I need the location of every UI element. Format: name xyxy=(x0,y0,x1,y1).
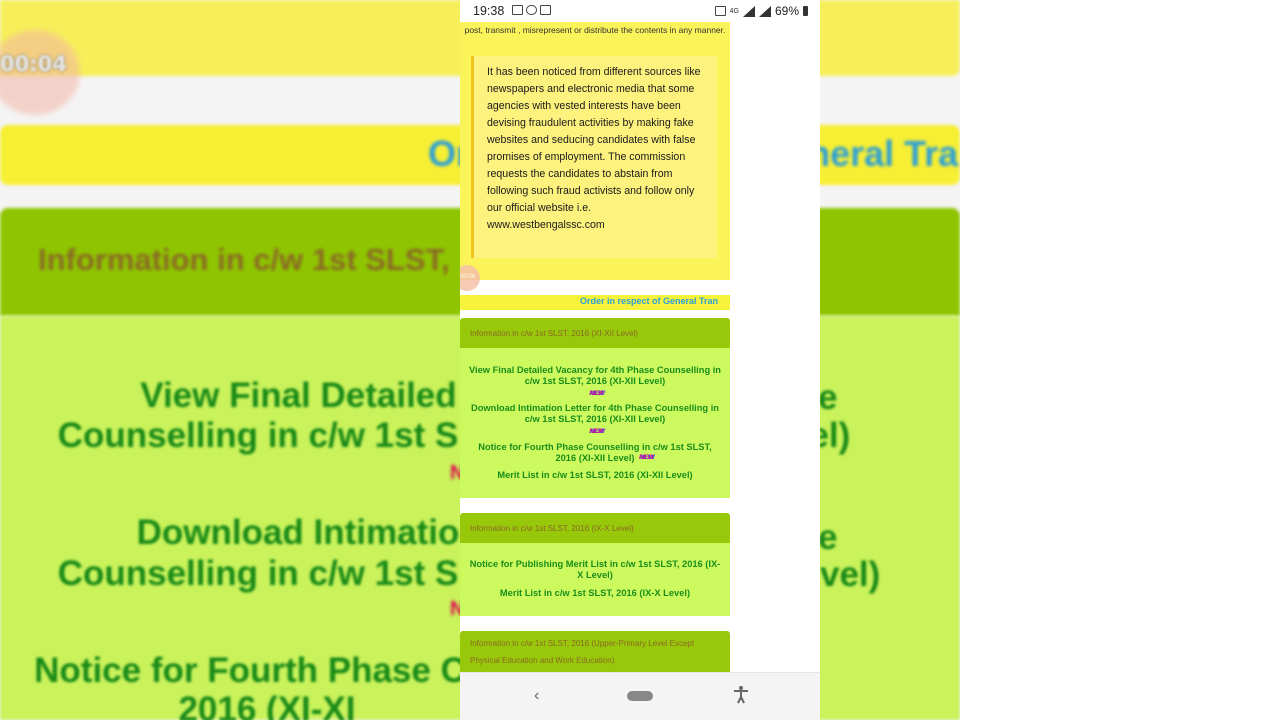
accessibility-icon[interactable] xyxy=(732,685,750,705)
notification-icons xyxy=(512,5,551,15)
panel-body: Notice for Publishing Merit List in c/w … xyxy=(460,543,730,616)
panel-link[interactable]: Merit List in c/w 1st SLST, 2016 (IX-X L… xyxy=(460,588,730,599)
bg-link-line-right: e xyxy=(818,518,838,557)
panel-link[interactable]: View Final Detailed Vacancy for 4th Phas… xyxy=(460,365,730,387)
status-right: 4G 69% xyxy=(714,4,808,18)
panel-title: Information in c/w 1st SLST, 2016 (Upper… xyxy=(460,631,730,672)
notice-box: post, transmit , misrepresent or distrib… xyxy=(460,22,730,280)
panel-link[interactable]: Notice for Publishing Merit List in c/w … xyxy=(460,559,730,581)
phone-screen: 19:38 4G 69% post, transmit , misreprese… xyxy=(460,0,820,720)
panel-link[interactable]: Merit List in c/w 1st SLST, 2016 (XI-XII… xyxy=(460,470,730,481)
link-item[interactable]: Download Intimation Letter for 4th Phase… xyxy=(460,403,730,436)
panel-upper-primary: Information in c/w 1st SLST, 2016 (Upper… xyxy=(460,631,730,672)
panel-link[interactable]: Notice for Fourth Phase Counselling in c… xyxy=(460,442,730,464)
translate-icon xyxy=(540,5,551,15)
fraud-warning-quote: It has been noticed from different sourc… xyxy=(471,56,717,258)
video-timer: 00:04 xyxy=(0,52,67,76)
link-item[interactable]: View Final Detailed Vacancy for 4th Phas… xyxy=(460,365,730,398)
new-badge: NEW xyxy=(589,390,604,397)
new-badge: NEW xyxy=(639,454,654,461)
bg-right-area xyxy=(960,0,1280,720)
notice-head-text: post, transmit , misrepresent or distrib… xyxy=(464,25,726,35)
marquee-text[interactable]: Order in respect of General Tran xyxy=(580,296,718,306)
bg-link-line-right: vel) xyxy=(820,555,881,594)
android-nav-bar: ‹ xyxy=(460,672,820,720)
touch-indicator: 00:04 xyxy=(460,265,480,291)
panel-link[interactable]: Download Intimation Letter for 4th Phase… xyxy=(460,403,730,425)
signal-icon xyxy=(758,5,771,17)
battery-percent: 69% xyxy=(774,4,799,18)
news-marquee[interactable]: Order in respect of General Tran xyxy=(460,295,730,310)
link-item[interactable]: Notice for Publishing Merit List in c/w … xyxy=(460,559,730,581)
link-item[interactable]: Notice for Fourth Phase Counselling in c… xyxy=(460,442,730,464)
signal-icon xyxy=(742,5,755,17)
home-icon[interactable] xyxy=(627,691,653,701)
panel-ix-x: Information in c/w 1st SLST, 2016 (IX-X … xyxy=(460,513,730,616)
cast-icon xyxy=(714,6,726,16)
status-bar: 19:38 4G 69% xyxy=(460,0,820,22)
panel-xi-xii: Information in c/w 1st SLST, 2016 (XI-XI… xyxy=(460,318,730,498)
back-icon[interactable]: ‹ xyxy=(534,687,539,705)
network-type: 4G xyxy=(729,7,739,15)
bg-link-line-right: e xyxy=(818,378,838,417)
link-item[interactable]: Merit List in c/w 1st SLST, 2016 (XI-XII… xyxy=(460,470,730,481)
mail-icon xyxy=(512,5,523,15)
link-item[interactable]: Merit List in c/w 1st SLST, 2016 (IX-X L… xyxy=(460,588,730,599)
web-content[interactable]: post, transmit , misrepresent or distrib… xyxy=(460,22,730,672)
panel-title: Information in c/w 1st SLST, 2016 (IX-X … xyxy=(460,513,730,543)
new-badge: NEW xyxy=(589,428,604,435)
bg-panel-title: Information in c/w 1st SLST, xyxy=(38,242,450,277)
panel-title: Information in c/w 1st SLST, 2016 (XI-XI… xyxy=(460,318,730,348)
cloud-icon xyxy=(526,5,537,15)
battery-icon xyxy=(803,6,808,16)
status-time: 19:38 xyxy=(473,4,505,18)
panel-body: View Final Detailed Vacancy for 4th Phas… xyxy=(460,348,730,498)
